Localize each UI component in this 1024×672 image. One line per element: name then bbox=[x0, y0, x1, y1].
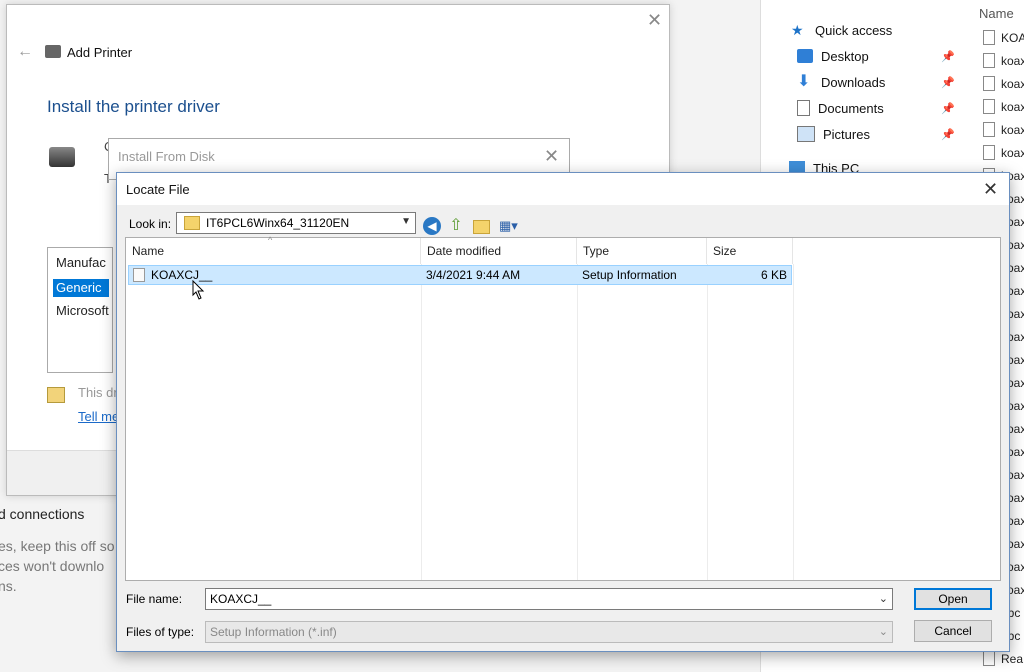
files-of-type-dropdown[interactable]: Setup Information (*.inf) ⌄ bbox=[205, 621, 893, 643]
settings-text-line: ns. bbox=[0, 578, 17, 594]
pin-icon: 📌 bbox=[941, 129, 955, 141]
file-name-label: File name: bbox=[126, 592, 183, 606]
column-header-name[interactable]: Name bbox=[126, 238, 421, 264]
cell-date: 3/4/2021 9:44 AM bbox=[426, 268, 521, 282]
close-icon[interactable]: ✕ bbox=[544, 147, 559, 165]
locate-file-dialog: Locate File ✕ Look in: IT6PCL6Winx64_311… bbox=[116, 172, 1010, 652]
explorer-file-label: koax bbox=[1001, 122, 1024, 137]
mouse-cursor-icon bbox=[192, 280, 205, 300]
printer-icon bbox=[45, 45, 61, 58]
table-row-selected[interactable]: KOAXCJ__ 3/4/2021 9:44 AM Setup Informat… bbox=[128, 265, 792, 285]
document-icon bbox=[983, 53, 995, 68]
signed-driver-text: This dri bbox=[78, 385, 121, 400]
chevron-down-icon[interactable]: ⌄ bbox=[879, 592, 888, 605]
download-arrow-icon: ⬇ bbox=[797, 73, 811, 90]
explorer-file-item[interactable]: koax bbox=[983, 145, 1024, 160]
tell-me-link[interactable]: Tell me bbox=[78, 409, 119, 424]
document-icon bbox=[797, 100, 810, 116]
list-item[interactable]: Microsoft bbox=[56, 303, 109, 318]
document-icon bbox=[983, 651, 995, 666]
new-folder-icon[interactable] bbox=[473, 220, 490, 234]
setup-file-icon bbox=[133, 268, 145, 282]
close-icon[interactable]: ✕ bbox=[647, 11, 662, 29]
list-item-selected[interactable]: Generic bbox=[53, 279, 109, 297]
explorer-file-item[interactable]: koax bbox=[983, 53, 1024, 68]
wizard-title: Add Printer bbox=[67, 45, 133, 60]
document-icon bbox=[983, 145, 995, 160]
document-icon bbox=[983, 30, 995, 45]
explorer-file-label: Rea bbox=[1001, 651, 1024, 666]
manufacturer-header: Manufac bbox=[56, 255, 106, 270]
nav-label: Pictures bbox=[823, 126, 870, 142]
star-icon: ★ bbox=[791, 22, 804, 38]
wizard-heading: Install the printer driver bbox=[47, 97, 220, 116]
look-in-label: Look in: bbox=[129, 217, 172, 231]
explorer-file-item[interactable]: koax bbox=[983, 99, 1024, 114]
desktop-icon bbox=[797, 49, 813, 63]
column-divider bbox=[577, 264, 578, 580]
back-icon[interactable]: ◀ bbox=[423, 217, 441, 235]
pin-icon: 📌 bbox=[941, 103, 955, 115]
column-divider bbox=[707, 264, 708, 580]
explorer-file-item[interactable]: koax bbox=[983, 122, 1024, 137]
column-header-date[interactable]: Date modified bbox=[421, 238, 577, 264]
look-in-value: IT6PCL6Winx64_31120EN bbox=[206, 216, 350, 230]
nav-label: Quick access bbox=[815, 22, 893, 38]
settings-text-line: es, keep this off so bbox=[0, 538, 115, 554]
nav-label: Desktop bbox=[821, 48, 869, 64]
chevron-down-icon: ▼ bbox=[401, 216, 411, 227]
explorer-file-label: koax bbox=[1001, 76, 1024, 91]
settings-text-line: d connections bbox=[0, 506, 85, 522]
explorer-file-item[interactable]: Rea bbox=[983, 651, 1023, 666]
cancel-button[interactable]: Cancel bbox=[914, 620, 992, 642]
files-of-type-label: Files of type: bbox=[126, 625, 195, 639]
printer-large-icon bbox=[49, 147, 75, 167]
column-header-type[interactable]: Type bbox=[577, 238, 707, 264]
column-header-name[interactable]: Name bbox=[979, 6, 1014, 21]
cell-type: Setup Information bbox=[582, 268, 677, 282]
files-of-type-value: Setup Information (*.inf) bbox=[210, 625, 337, 639]
explorer-file-item[interactable]: KOA bbox=[983, 30, 1024, 45]
document-icon bbox=[983, 122, 995, 137]
explorer-file-label: koax bbox=[1001, 145, 1024, 160]
settings-text-line: ces won't downlo bbox=[0, 558, 105, 574]
folder-icon bbox=[184, 216, 200, 230]
manufacturer-list[interactable]: Manufac Generic Microsoft bbox=[47, 247, 113, 373]
document-icon bbox=[983, 76, 995, 91]
view-menu-icon[interactable]: ▦▾ bbox=[499, 217, 525, 235]
explorer-file-item[interactable]: koax bbox=[983, 76, 1024, 91]
explorer-file-label: koax bbox=[1001, 99, 1024, 114]
nav-quick-access[interactable]: ★ Quick access bbox=[791, 19, 892, 41]
nav-documents[interactable]: Documents bbox=[797, 97, 884, 119]
back-arrow-icon[interactable]: ← bbox=[17, 43, 33, 61]
nav-pictures[interactable]: Pictures bbox=[797, 123, 870, 145]
open-button[interactable]: Open bbox=[914, 588, 992, 610]
column-divider bbox=[793, 264, 794, 580]
document-icon bbox=[983, 99, 995, 114]
column-divider bbox=[421, 264, 422, 580]
nav-desktop[interactable]: Desktop bbox=[797, 45, 869, 67]
explorer-file-label: koax bbox=[1001, 53, 1024, 68]
pin-icon: 📌 bbox=[941, 77, 955, 89]
cell-size: 6 KB bbox=[760, 268, 787, 282]
explorer-file-label: KOA bbox=[1001, 30, 1024, 45]
up-folder-icon[interactable]: ⇧ bbox=[447, 217, 465, 235]
nav-label: Documents bbox=[818, 100, 884, 116]
nav-label: Downloads bbox=[821, 74, 886, 90]
certificate-icon bbox=[47, 387, 65, 403]
chevron-down-icon: ⌄ bbox=[878, 626, 888, 638]
close-icon[interactable]: ✕ bbox=[983, 180, 998, 198]
file-name-value: KOAXCJ__ bbox=[210, 592, 272, 606]
dialog-title: Install From Disk bbox=[118, 149, 215, 164]
dialog-title: Locate File bbox=[126, 182, 190, 197]
file-list[interactable]: ^ Name Date modified Type Size KOAXCJ__ … bbox=[125, 235, 1001, 581]
pin-icon: 📌 bbox=[941, 51, 955, 63]
look-in-dropdown[interactable]: IT6PCL6Winx64_31120EN ▼ bbox=[176, 212, 416, 234]
pictures-icon bbox=[797, 126, 815, 142]
column-header-size[interactable]: Size bbox=[707, 238, 793, 264]
nav-downloads[interactable]: ⬇ Downloads bbox=[797, 71, 885, 93]
dialog-titlebar: Locate File ✕ bbox=[117, 173, 1009, 205]
file-name-input[interactable]: KOAXCJ__ ⌄ bbox=[205, 588, 893, 610]
list-item-label: Generic bbox=[56, 280, 102, 295]
